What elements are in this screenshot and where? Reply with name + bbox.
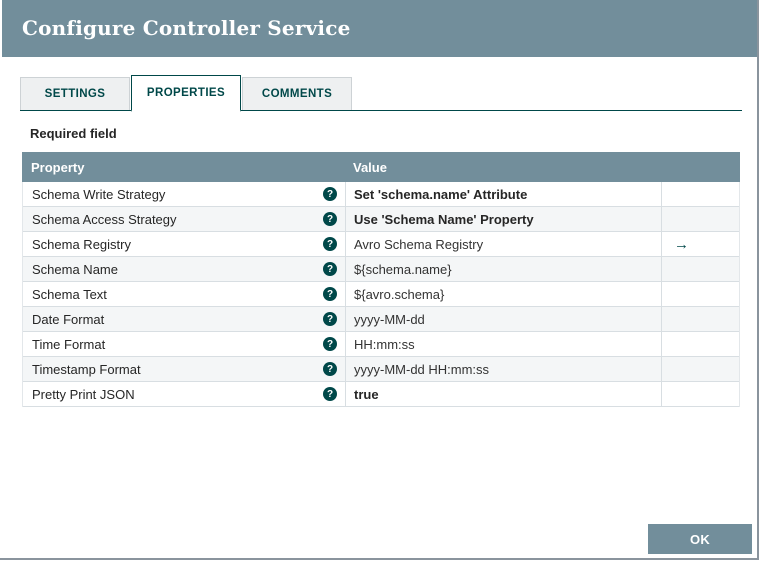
help-icon[interactable]: ? [323,187,337,201]
column-header-property: Property [31,159,85,175]
extra-cell: → [662,232,739,256]
extra-cell [662,282,739,306]
property-value[interactable]: yyyy-MM-dd HH:mm:ss [346,357,662,381]
tab-settings[interactable]: SETTINGS [20,77,130,110]
property-cell: Date Format ? [23,307,346,331]
property-name: Schema Write Strategy [32,186,166,202]
property-name: Timestamp Format [32,361,141,377]
property-value[interactable]: Use 'Schema Name' Property [346,207,662,231]
property-name: Time Format [32,336,106,352]
property-cell: Schema Text ? [23,282,346,306]
help-icon[interactable]: ? [323,337,337,351]
extra-cell [662,182,739,206]
tab-comments[interactable]: COMMENTS [242,77,352,110]
column-header-value: Value [353,159,387,175]
dialog-title: Configure Controller Service [22,16,351,40]
extra-cell [662,332,739,356]
help-icon[interactable]: ? [323,212,337,226]
help-icon[interactable]: ? [323,312,337,326]
property-name: Schema Access Strategy [32,211,177,227]
property-value[interactable]: Set 'schema.name' Attribute [346,182,662,206]
property-name: Date Format [32,311,105,327]
dialog-titlebar: Configure Controller Service [2,0,757,57]
table-header-row: Property Value [22,152,740,182]
table-row[interactable]: Date Format ? yyyy-MM-dd [23,307,739,332]
table-row[interactable]: Schema Name ? ${schema.name} [23,257,739,282]
property-name: Pretty Print JSON [32,386,135,402]
tab-bar: SETTINGS PROPERTIES COMMENTS [20,75,742,112]
property-cell: Schema Write Strategy ? [23,182,346,206]
property-name: Schema Name [32,261,118,277]
table-row[interactable]: Schema Write Strategy ? Set 'schema.name… [23,182,739,207]
property-value[interactable]: true [346,382,662,406]
goto-arrow-icon[interactable]: → [674,237,689,252]
extra-cell [662,207,739,231]
help-icon[interactable]: ? [323,262,337,276]
ok-button[interactable]: OK [648,524,752,554]
property-cell: Pretty Print JSON ? [23,382,346,406]
property-value[interactable]: HH:mm:ss [346,332,662,356]
property-value[interactable]: yyyy-MM-dd [346,307,662,331]
property-cell: Timestamp Format ? [23,357,346,381]
table-row[interactable]: Timestamp Format ? yyyy-MM-dd HH:mm:ss [23,357,739,382]
table-row[interactable]: Schema Text ? ${avro.schema} [23,282,739,307]
property-value[interactable]: Avro Schema Registry [346,232,662,256]
help-icon[interactable]: ? [323,237,337,251]
property-name: Schema Text [32,286,107,302]
table-row[interactable]: Schema Access Strategy ? Use 'Schema Nam… [23,207,739,232]
dialog: Configure Controller Service SETTINGS PR… [0,0,759,560]
table-row[interactable]: Schema Registry ? Avro Schema Registry → [23,232,739,257]
properties-table: Property Value Schema Write Strategy ? S… [22,152,740,407]
property-cell: Schema Name ? [23,257,346,281]
required-field-legend: Required field [30,126,117,141]
extra-cell [662,382,739,406]
extra-cell [662,307,739,331]
help-icon[interactable]: ? [323,387,337,401]
property-cell: Schema Registry ? [23,232,346,256]
extra-cell [662,357,739,381]
tab-properties[interactable]: PROPERTIES [131,75,241,112]
property-cell: Schema Access Strategy ? [23,207,346,231]
property-value[interactable]: ${schema.name} [346,257,662,281]
property-value[interactable]: ${avro.schema} [346,282,662,306]
property-cell: Time Format ? [23,332,346,356]
table-row[interactable]: Pretty Print JSON ? true [23,382,739,407]
extra-cell [662,257,739,281]
help-icon[interactable]: ? [323,362,337,376]
property-name: Schema Registry [32,236,131,252]
help-icon[interactable]: ? [323,287,337,301]
table-body: Schema Write Strategy ? Set 'schema.name… [22,182,740,407]
table-row[interactable]: Time Format ? HH:mm:ss [23,332,739,357]
